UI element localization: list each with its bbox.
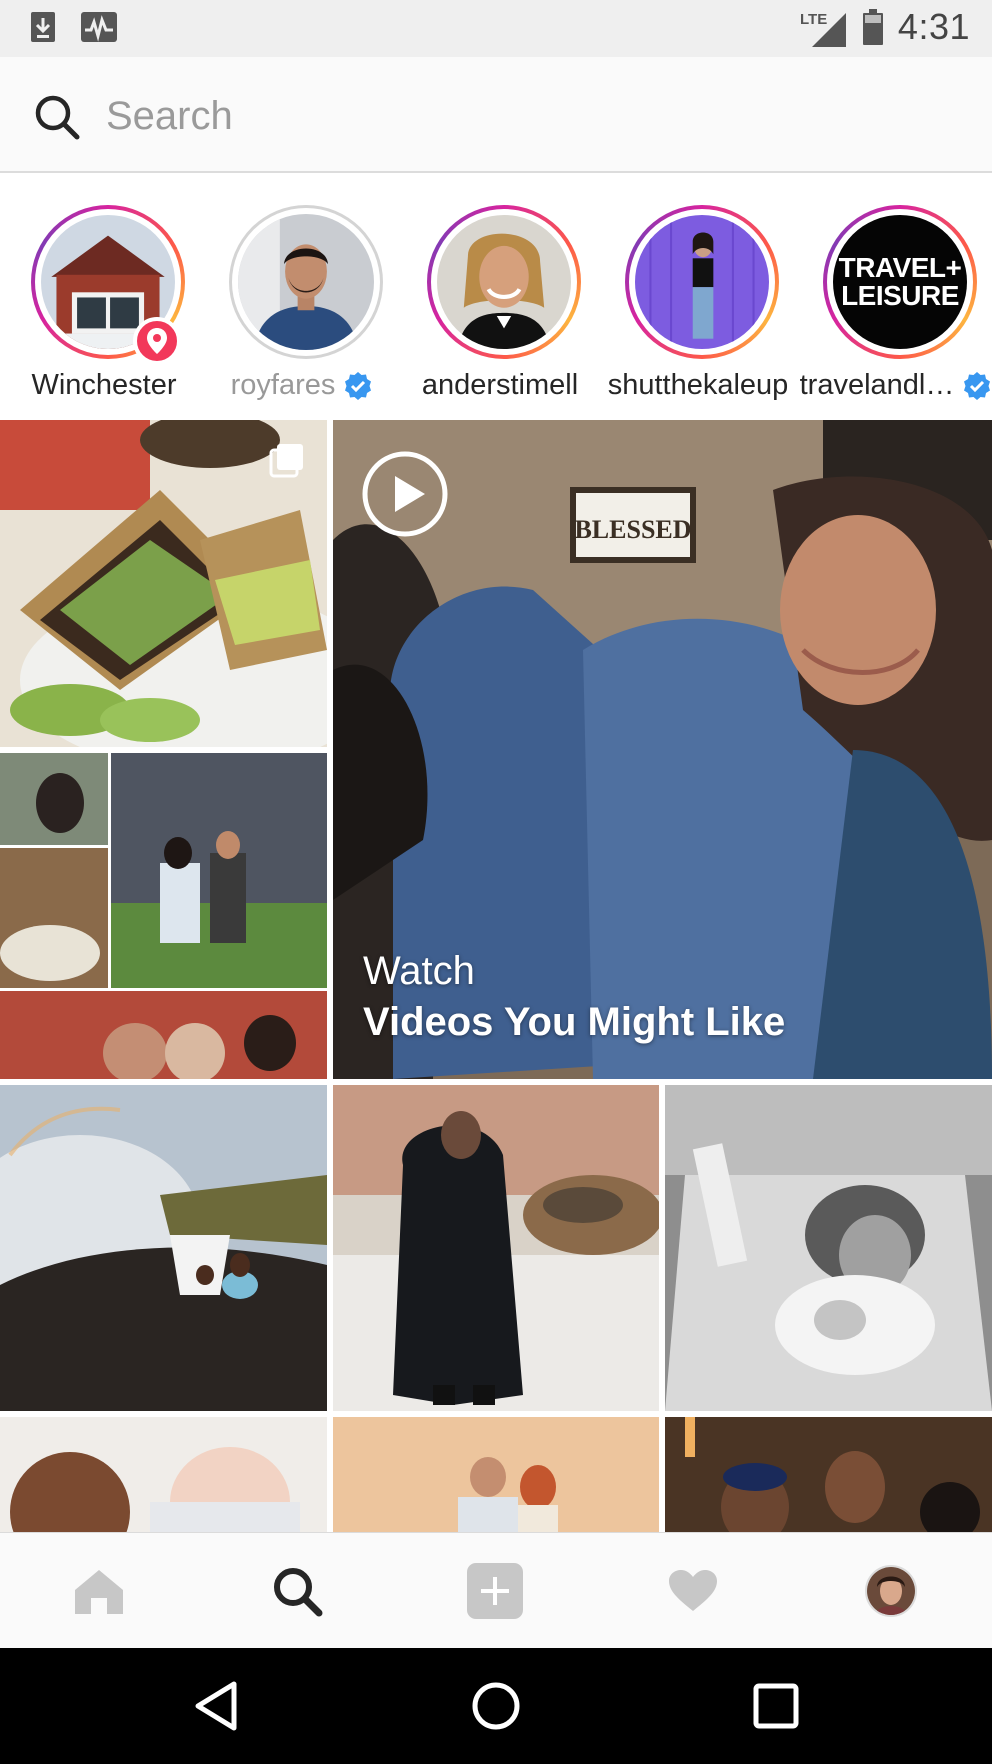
story-travelandleisure[interactable]: TRAVEL+ LEISURE travelandl…	[797, 205, 992, 410]
story-ring	[427, 205, 581, 359]
sign-text: BLESSED	[574, 515, 691, 544]
story-username: Winchester	[31, 369, 177, 401]
story-username: royfares	[230, 369, 336, 401]
story-royfares[interactable]: royfares	[203, 205, 401, 410]
story-username: shutthekaleup	[607, 369, 789, 401]
stories-row: Winchester royfares anderstimell shutthe…	[0, 175, 992, 417]
clock: 4:31	[897, 6, 970, 47]
explore-grid: BLESSED Watch Videos You Might Like	[0, 420, 992, 1532]
download-icon	[31, 12, 55, 42]
story-username: travelandl…	[799, 369, 955, 401]
story-anderstimell[interactable]: anderstimell	[401, 205, 599, 410]
logo-line-2: LEISURE	[841, 280, 959, 311]
carousel-icon	[269, 444, 303, 478]
search-input[interactable]	[106, 85, 926, 147]
story-avatar	[437, 215, 571, 349]
network-type: LTE	[800, 11, 827, 28]
story-label: Winchester	[5, 369, 203, 402]
story-username: anderstimell	[421, 369, 579, 401]
search-icon[interactable]	[33, 93, 81, 141]
home-button-icon[interactable]	[468, 1678, 524, 1734]
story-ring: TRAVEL+ LEISURE	[823, 205, 977, 359]
story-label: travelandl…	[797, 369, 992, 402]
nav-new-post[interactable]	[396, 1533, 594, 1649]
story-avatar	[635, 215, 769, 349]
location-pin-icon	[133, 317, 181, 365]
search-icon	[274, 1568, 323, 1617]
nav-home[interactable]	[0, 1533, 198, 1649]
grid-post-snow[interactable]	[333, 1085, 659, 1411]
back-icon[interactable]	[190, 1678, 246, 1734]
bottom-navigation	[0, 1532, 992, 1648]
app-root: LTE 4:31 Search Winchester royfares ande…	[0, 0, 992, 1764]
search-bar	[0, 57, 992, 173]
activity-icon	[81, 12, 117, 42]
battery-icon	[862, 9, 883, 45]
story-shutthekaleup[interactable]: shutthekaleup	[599, 205, 797, 410]
grid-post-baby[interactable]	[0, 1417, 327, 1532]
nav-search[interactable]	[198, 1533, 396, 1649]
grid-post-waterfall[interactable]	[0, 1085, 327, 1411]
add-icon	[467, 1563, 523, 1619]
status-bar: LTE 4:31	[0, 0, 992, 57]
grid-post-sandwich[interactable]	[0, 420, 327, 747]
watch-caption: Watch Videos You Might Like	[363, 949, 785, 1045]
grid-video-watch[interactable]: BLESSED Watch Videos You Might Like	[333, 420, 992, 1079]
watch-subtitle: Videos You Might Like	[363, 1000, 786, 1044]
story-label: royfares	[203, 369, 401, 402]
nav-activity[interactable]	[594, 1533, 792, 1649]
grid-post-hospital[interactable]	[665, 1085, 992, 1411]
story-winchester[interactable]: Winchester	[5, 205, 203, 410]
grid-post-collage[interactable]	[0, 753, 327, 1079]
verified-badge-icon	[964, 371, 991, 400]
story-avatar	[238, 214, 374, 350]
nav-profile[interactable]	[792, 1533, 990, 1649]
heart-icon	[669, 1570, 717, 1611]
logo-line-1: TRAVEL+	[838, 252, 962, 283]
story-label: shutthekaleup	[599, 369, 797, 402]
travel-leisure-logo: TRAVEL+ LEISURE	[833, 215, 967, 349]
story-ring	[625, 205, 779, 359]
story-ring	[229, 205, 383, 359]
home-icon	[75, 1570, 123, 1614]
verified-badge-icon	[345, 371, 372, 400]
story-label: anderstimell	[401, 369, 599, 402]
grid-post-couple[interactable]	[333, 1417, 659, 1532]
play-icon	[362, 451, 448, 537]
profile-avatar	[865, 1565, 917, 1617]
system-navigation	[0, 1648, 992, 1764]
watch-title: Watch	[363, 949, 475, 993]
recents-icon[interactable]	[748, 1678, 804, 1734]
lte-signal-icon: LTE	[800, 11, 846, 47]
grid-post-group[interactable]	[665, 1417, 992, 1532]
